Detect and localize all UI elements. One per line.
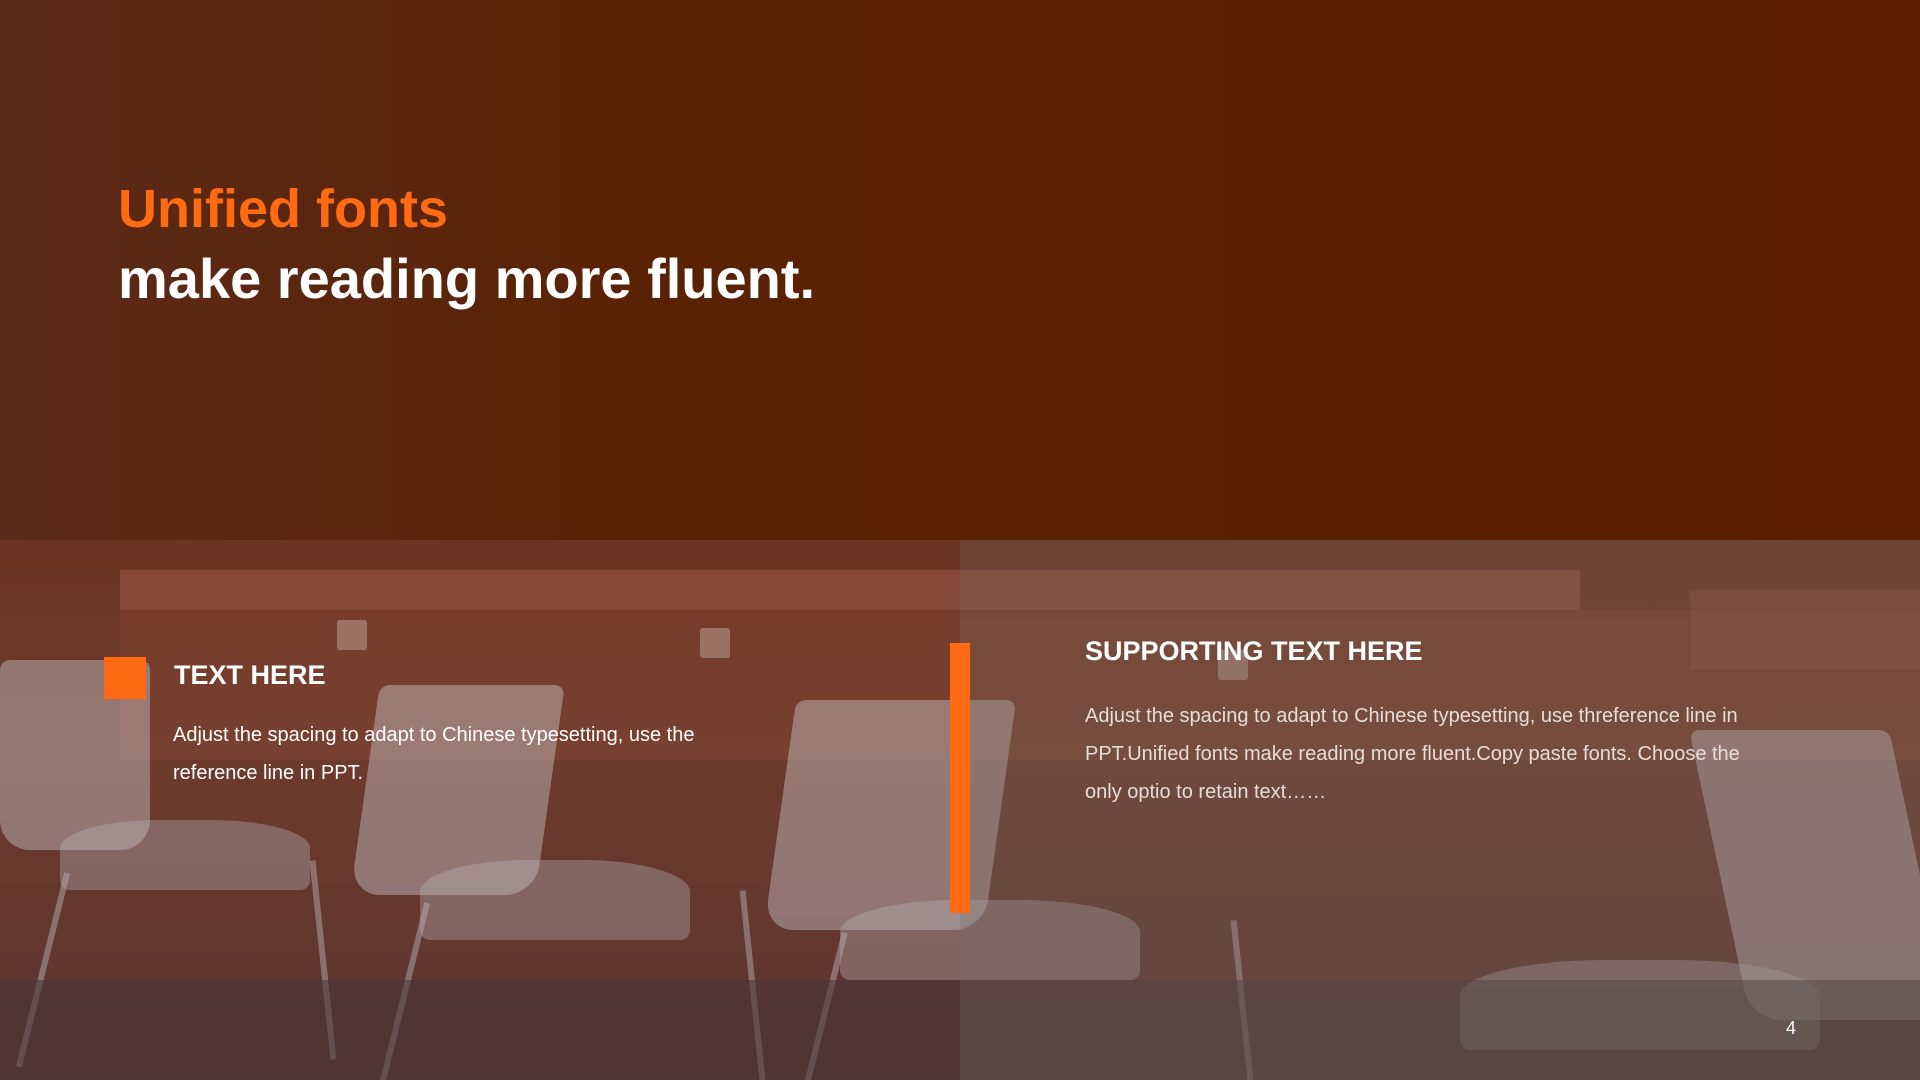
right-heading: SUPPORTING TEXT HERE — [1085, 636, 1423, 666]
power-outlet — [700, 628, 730, 658]
page-number: 4 — [1786, 1018, 1797, 1038]
right-body-text: Adjust the spacing to adapt to Chinese t… — [1085, 705, 1740, 803]
power-outlet — [337, 620, 367, 650]
title-main: make reading more fluent. — [118, 247, 816, 310]
chair-seat — [420, 860, 690, 940]
left-body-text: Adjust the spacing to adapt to Chinese t… — [173, 724, 695, 784]
presentation-slide: Unified fonts make reading more fluent. … — [0, 0, 1920, 1080]
left-heading: TEXT HERE — [174, 660, 326, 690]
accent-square-icon — [104, 657, 146, 699]
chair-seat — [60, 820, 310, 890]
title-accent: Unified fonts — [118, 179, 448, 239]
accent-bar — [950, 643, 970, 913]
